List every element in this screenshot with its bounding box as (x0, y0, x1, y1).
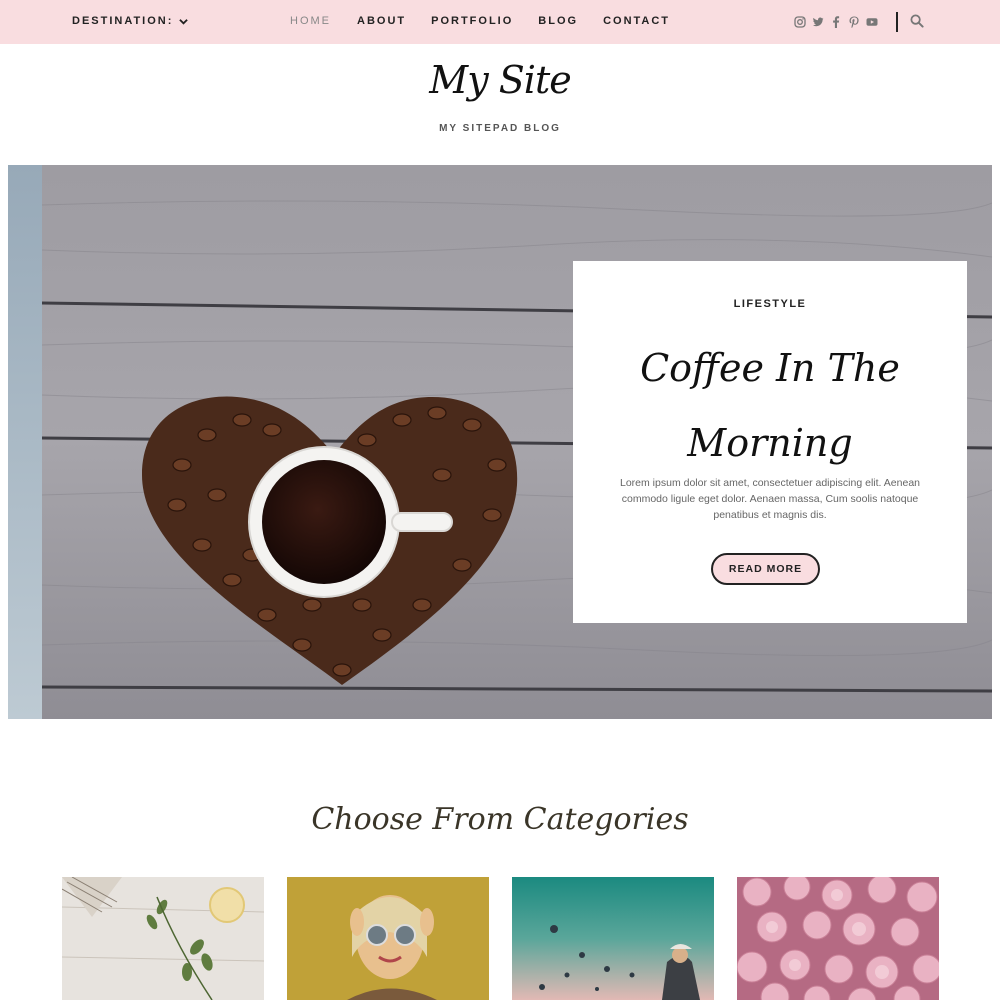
categories-heading: Choose From Categories (311, 802, 689, 837)
nav-item-home[interactable]: HOME (290, 15, 331, 27)
search-icon[interactable] (910, 14, 924, 28)
nav-item-portfolio[interactable]: PORTFOLIO (431, 15, 513, 27)
social-links (794, 15, 878, 29)
chevron-down-icon (179, 18, 189, 25)
site-title[interactable]: My Site (0, 58, 1000, 102)
divider (896, 12, 898, 32)
pinterest-icon[interactable] (848, 15, 860, 29)
read-more-button[interactable]: READ MORE (711, 553, 820, 585)
post-category[interactable]: LIFESTYLE (573, 298, 967, 310)
nav-item-about[interactable]: ABOUT (357, 15, 406, 27)
destination-label: DESTINATION: (72, 15, 174, 27)
youtube-icon[interactable] (866, 15, 878, 27)
nav-item-contact[interactable]: CONTACT (603, 15, 670, 27)
post-title[interactable]: Coffee In The Morning (593, 331, 947, 481)
twitter-icon[interactable] (812, 15, 824, 27)
top-bar: DESTINATION: HOME ABOUT PORTFOLIO BLOG C… (0, 0, 1000, 44)
site-tagline: MY SITEPAD BLOG (439, 123, 561, 134)
instagram-icon[interactable] (794, 15, 806, 28)
category-tile-image-3[interactable] (512, 877, 714, 1000)
post-title-line-1: Coffee In The (640, 346, 900, 390)
destination-dropdown[interactable]: DESTINATION: (72, 15, 189, 27)
post-title-line-2: Morning (687, 421, 853, 465)
category-tile-image-2[interactable] (287, 877, 489, 1000)
previous-slide-strip[interactable] (8, 165, 42, 719)
nav-item-blog[interactable]: BLOG (538, 15, 578, 27)
facebook-icon[interactable] (830, 15, 842, 28)
featured-post-card: LIFESTYLE Coffee In The Morning Lorem ip… (573, 261, 967, 623)
main-nav: HOME ABOUT PORTFOLIO BLOG CONTACT (290, 15, 695, 27)
post-excerpt: Lorem ipsum dolor sit amet, consectetuer… (620, 477, 920, 521)
category-tile-image-1[interactable] (62, 877, 264, 1000)
category-tile-image-4[interactable] (737, 877, 939, 1000)
